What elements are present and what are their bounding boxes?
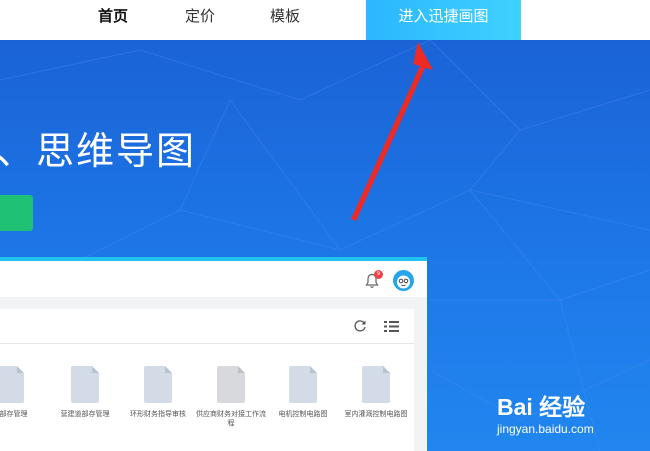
app-header-bar: 9 [0,257,427,297]
hero-start-button[interactable] [0,195,33,231]
file-label: 营建道部存管理 [60,410,110,418]
file-panel: 道部存管理 营建道部存管理 环形财务指导审核 供应商财务对接工作流程 电机控制电… [0,309,414,451]
mindmap-file-icon [144,366,172,403]
file-panel-toolbar [0,309,414,344]
app-preview-window: 9 部存管理 营建道部存管理 环形财务指导审核 供应商财务对接工作流程 电机控制… [0,257,427,451]
baidu-jingyan-watermark: Bai 经验 [497,394,586,420]
file-item[interactable]: 环形财务指导审核 [123,366,193,419]
enter-app-button[interactable]: 进入迅捷画图 [366,0,521,40]
list-view-icon[interactable] [384,320,399,333]
file-item[interactable]: 供应商财务对接工作流程 [196,366,266,428]
hero-title: 、思维导图 [0,129,197,173]
file-label: 环形财务指导审核 [130,410,186,418]
file-label: 供应商财务对接工作流程 [196,410,266,427]
mindmap-file-icon [71,366,99,403]
annotation-arrow [351,42,433,221]
nav-pricing-link[interactable]: 定价 [185,0,215,33]
top-navigation: 首页 定价 模板 进入迅捷画图 [0,0,650,40]
avatar[interactable] [393,270,414,291]
refresh-icon[interactable] [353,319,367,333]
file-label: 道部存管理 [0,410,28,418]
notification-badge: 9 [374,270,383,279]
nav-home-link[interactable]: 首页 [98,0,128,33]
file-label: 电机控制电路图 [278,410,328,418]
file-item[interactable]: 道部存管理 [0,366,45,419]
mindmap-file-icon [0,366,24,403]
file-item[interactable]: 营建道部存管理 [50,366,120,419]
watermark-url: jingyan.baidu.com [497,422,594,436]
file-item[interactable]: 室内灌溉控制电路图 [341,366,411,419]
nav-templates-link[interactable]: 模板 [270,0,300,33]
mindmap-file-icon [362,366,390,403]
file-label: 室内灌溉控制电路图 [344,410,408,418]
file-item[interactable]: 电机控制电路图 [268,366,338,419]
mindmap-file-icon [289,366,317,403]
flowchart-file-icon [217,366,245,403]
hero-banner: 、思维导图 9 部存管理 营建道部存管理 环形财务指导审核 供应商财务对接工作流… [0,40,650,451]
avatar-face-icon [397,275,410,289]
